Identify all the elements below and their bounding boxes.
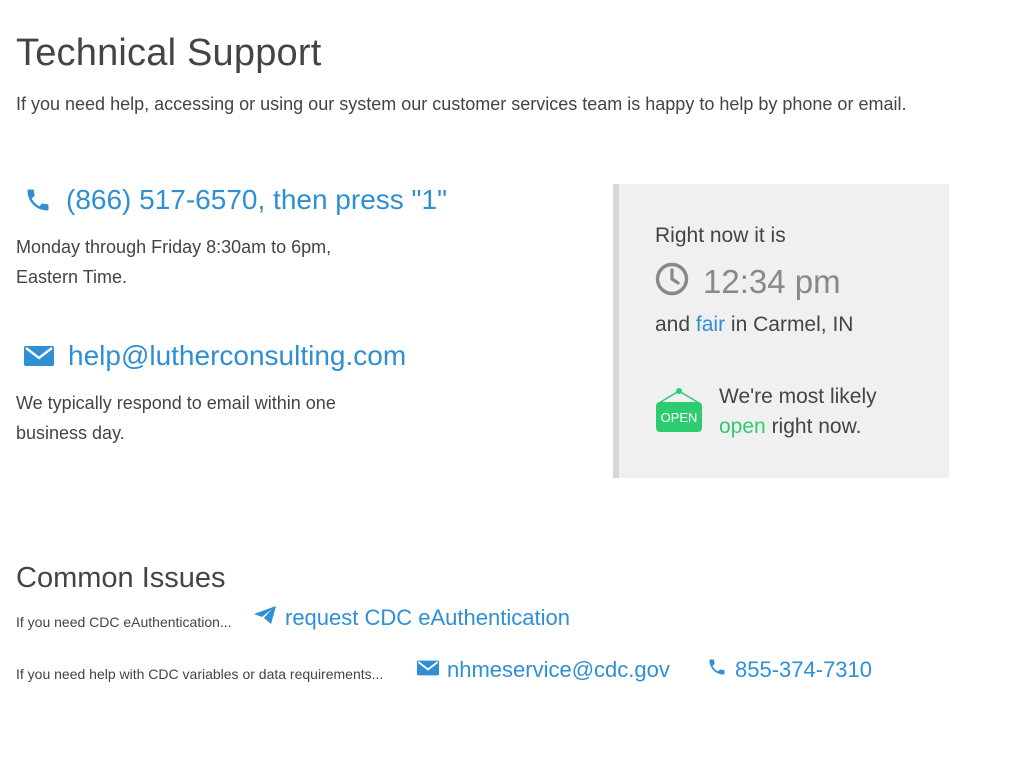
open-status: OPEN We're most likely open right now. bbox=[655, 382, 877, 442]
open-word: open bbox=[719, 415, 766, 438]
email-note-line: We typically respond to email within one bbox=[16, 393, 336, 413]
open-line-1: We're most likely bbox=[719, 385, 877, 408]
open-sign-icon: OPEN bbox=[655, 387, 703, 438]
status-panel: Right now it is 12:34 pm and fair in Car… bbox=[613, 184, 949, 478]
open-text: We're most likely open right now. bbox=[719, 382, 877, 442]
cdc-email-label: nhmeservice@cdc.gov bbox=[447, 657, 670, 682]
weather-line: and fair in Carmel, IN bbox=[655, 313, 853, 337]
open-sign-text: OPEN bbox=[661, 410, 698, 425]
email-response-note: We typically respond to email within one… bbox=[16, 388, 336, 448]
open-suffix: right now. bbox=[771, 415, 862, 438]
request-eauth-link[interactable]: request CDC eAuthentication bbox=[253, 605, 570, 631]
phone-number: (866) 517-6570, then press "1" bbox=[66, 184, 448, 215]
email-link[interactable]: help@lutherconsulting.com bbox=[24, 340, 406, 372]
phone-icon bbox=[24, 186, 52, 214]
weather-condition: fair bbox=[695, 313, 726, 336]
page-title: Technical Support bbox=[16, 32, 322, 74]
phone-hours-line: Eastern Time. bbox=[16, 267, 128, 287]
phone-icon bbox=[707, 657, 727, 683]
issue-label-eauth: If you need CDC eAuthentication... bbox=[16, 614, 232, 630]
issue-label-cdc-variables: If you need help with CDC variables or d… bbox=[16, 666, 384, 682]
cdc-email-link[interactable]: nhmeservice@cdc.gov bbox=[417, 657, 670, 683]
email-note-line: business day. bbox=[16, 423, 125, 443]
now-label: Right now it is bbox=[655, 224, 786, 247]
request-eauth-label: request CDC eAuthentication bbox=[285, 605, 570, 630]
cdc-phone-link[interactable]: 855-374-7310 bbox=[707, 657, 872, 683]
current-time: 12:34 pm bbox=[655, 262, 841, 301]
time-value: 12:34 pm bbox=[703, 262, 841, 300]
open-line-2: open right now. bbox=[719, 412, 877, 442]
page-intro: If you need help, accessing or using our… bbox=[16, 94, 907, 114]
weather-location: in Carmel, IN bbox=[730, 313, 854, 336]
phone-hours-line: Monday through Friday 8:30am to 6pm, bbox=[16, 237, 332, 257]
email-address: help@lutherconsulting.com bbox=[68, 340, 407, 371]
weather-prefix: and bbox=[655, 313, 691, 336]
common-issues-heading: Common Issues bbox=[16, 562, 226, 594]
phone-hours: Monday through Friday 8:30am to 6pm, Eas… bbox=[16, 232, 331, 292]
envelope-icon bbox=[24, 344, 54, 368]
clock-icon bbox=[655, 262, 689, 301]
cdc-phone-label: 855-374-7310 bbox=[735, 657, 873, 682]
envelope-icon bbox=[417, 657, 439, 683]
phone-link[interactable]: (866) 517-6570, then press "1" bbox=[24, 184, 447, 216]
paper-plane-icon bbox=[253, 605, 277, 631]
